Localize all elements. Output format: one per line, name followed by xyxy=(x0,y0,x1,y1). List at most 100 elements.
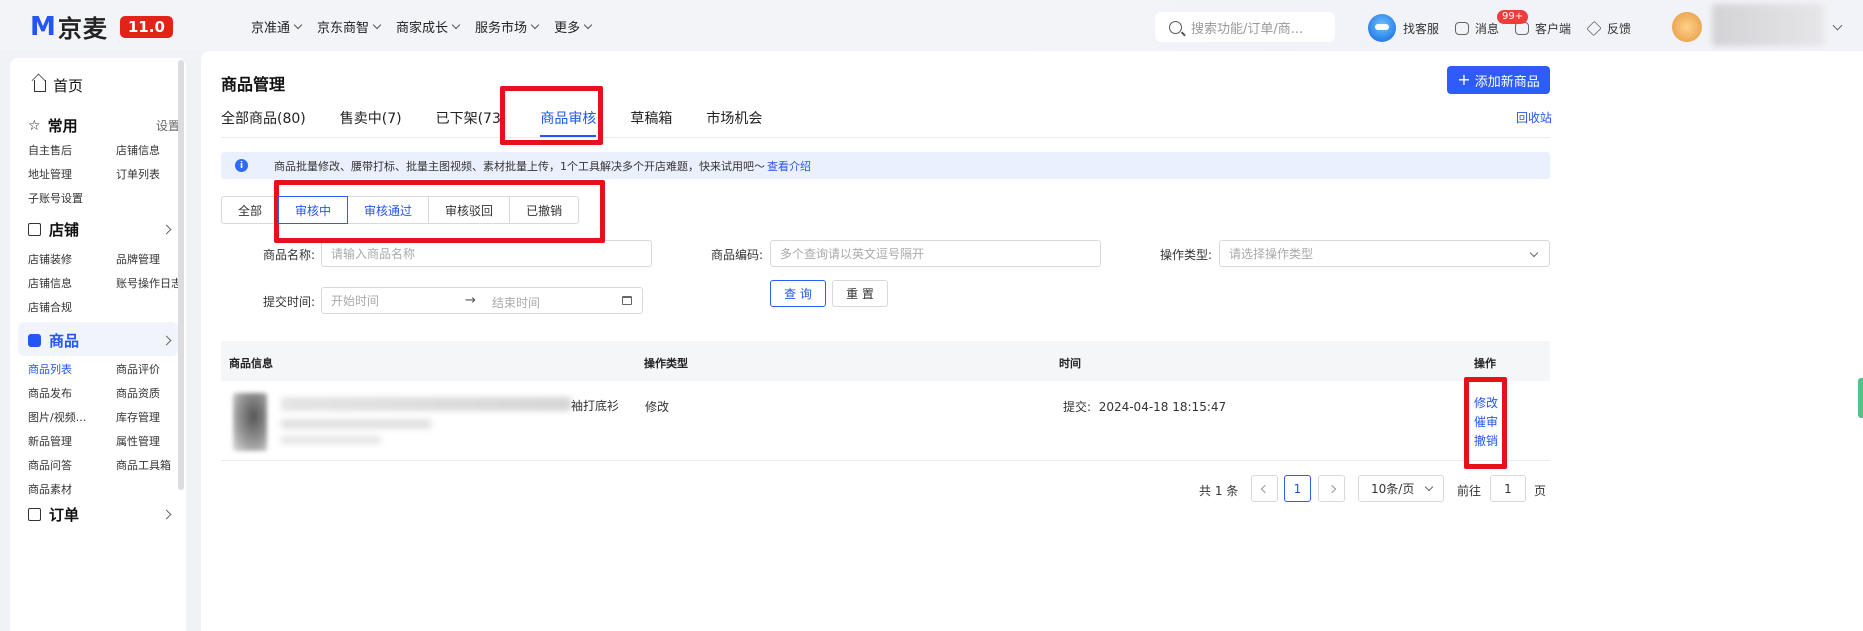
logo-name: 京麦 xyxy=(57,15,108,43)
chevron-down-icon xyxy=(530,20,540,29)
tab-drafts[interactable]: 草稿箱 xyxy=(630,108,672,138)
chevron-right-icon xyxy=(1327,484,1336,493)
submit-time-range-picker[interactable]: 开始时间 → 结束时间 xyxy=(321,287,643,314)
sidebar-link[interactable]: 店铺装修 xyxy=(28,251,116,267)
chevron-down-icon[interactable] xyxy=(1832,20,1843,31)
main-panel: 商品管理 + 添加新商品 回收站 全部商品(80) 售卖中(7) 已下架(73)… xyxy=(201,51,1863,631)
sidebar-link-active[interactable]: 商品列表 xyxy=(28,361,116,377)
product-code-input[interactable]: 多个查询请以英文逗号隔开 xyxy=(770,240,1101,267)
brand-logo[interactable]: M 京麦 11.0 xyxy=(30,9,173,44)
feedback-icon xyxy=(1586,20,1602,36)
topnav-label: 更多 xyxy=(554,21,581,36)
sidebar-link[interactable]: 店铺信息 xyxy=(116,142,186,158)
chevron-down-icon xyxy=(451,20,461,29)
table-row: 袖打底衫 修改 提交: 2024-04-18 18:15:47 修改 催审 撤销 xyxy=(221,381,1550,461)
urge-review-link[interactable]: 催审 xyxy=(1474,413,1498,432)
product-meta-blurred xyxy=(281,419,431,429)
topnav-market[interactable]: 服务市场 xyxy=(475,17,540,36)
user-info-blurred[interactable] xyxy=(1712,4,1824,46)
avatar[interactable] xyxy=(1672,12,1702,42)
tab-market-opportunity[interactable]: 市场机会 xyxy=(706,108,762,138)
table-header: 商品信息 操作类型 时间 操作 xyxy=(221,341,1550,381)
product-name-input[interactable]: 请输入商品名称 xyxy=(321,240,652,267)
tab-product-review[interactable]: 商品审核 xyxy=(540,108,597,138)
edit-link[interactable]: 修改 xyxy=(1474,394,1498,413)
topnav-label: 服务市场 xyxy=(475,21,528,36)
topnav-growth[interactable]: 商家成长 xyxy=(396,17,461,36)
sidebar-link[interactable]: 品牌管理 xyxy=(116,251,186,267)
view-intro-link[interactable]: 查看介绍 xyxy=(767,158,811,174)
product-thumbnail[interactable] xyxy=(233,393,267,451)
sidebar-link[interactable]: 图片/视频... xyxy=(28,409,116,425)
status-tab-revoked[interactable]: 已撤销 xyxy=(509,196,580,224)
sidebar-link[interactable]: 商品资质 xyxy=(116,385,186,401)
sidebar-section-shop[interactable]: 店铺 xyxy=(28,219,180,240)
page-number-current[interactable]: 1 xyxy=(1284,475,1311,502)
settings-link[interactable]: 设置 xyxy=(156,117,180,134)
side-widget-edge[interactable] xyxy=(1858,378,1863,418)
tabs-divider xyxy=(221,137,1550,138)
sidebar-link[interactable]: 属性管理 xyxy=(116,433,186,449)
next-page-button[interactable] xyxy=(1318,475,1345,502)
submit-time-value: 提交: 2024-04-18 18:15:47 xyxy=(1063,398,1226,415)
tab-all-products[interactable]: 全部商品(80) xyxy=(221,108,306,138)
sidebar-link[interactable]: 商品素材 xyxy=(28,481,116,497)
chevron-down-icon xyxy=(1424,482,1434,492)
query-button[interactable]: 查 询 xyxy=(770,280,826,307)
sidebar-link[interactable]: 订单列表 xyxy=(116,166,186,182)
tab-on-sale[interactable]: 售卖中(7) xyxy=(340,108,402,138)
feedback-button[interactable]: 反馈 xyxy=(1586,20,1631,37)
sidebar-link[interactable]: 自主售后 xyxy=(28,142,116,158)
sidebar-link[interactable]: 店铺信息 xyxy=(28,275,116,291)
sidebar-link[interactable]: 店铺合规 xyxy=(28,299,116,315)
goto-page-input[interactable]: 1 xyxy=(1490,475,1526,502)
topnav-more[interactable]: 更多 xyxy=(554,17,593,36)
service-label: 找客服 xyxy=(1403,21,1440,36)
reset-button[interactable]: 重 置 xyxy=(832,280,888,307)
col-product-info: 商品信息 xyxy=(229,357,273,370)
chevron-right-icon xyxy=(161,335,172,346)
sidebar-link[interactable]: 新品管理 xyxy=(28,433,116,449)
sidebar-item-home[interactable]: 首页 xyxy=(34,75,83,96)
tab-off-shelf[interactable]: 已下架(73) xyxy=(436,108,507,138)
info-banner: i 商品批量修改、腰带打标、批量主图视频、素材批量上传，1个工具解决多个开店难题… xyxy=(221,152,1550,179)
customer-service-button[interactable]: 找客服 xyxy=(1368,14,1439,42)
sidebar-link[interactable]: 地址管理 xyxy=(28,166,116,182)
topnav-jingzhuntong[interactable]: 京准通 xyxy=(251,17,303,36)
add-new-product-button[interactable]: + 添加新商品 xyxy=(1447,66,1550,94)
sidebar-link[interactable]: 子账号设置 xyxy=(28,190,116,206)
button-label: 添加新商品 xyxy=(1474,74,1540,90)
page-size-select[interactable]: 10条/页 xyxy=(1358,475,1444,502)
orders-icon xyxy=(28,508,41,521)
section-title: 商品 xyxy=(49,332,80,350)
sidebar-link[interactable]: 库存管理 xyxy=(116,409,186,425)
submit-time-label: 提交时间: xyxy=(263,295,316,309)
top-search-input[interactable]: 搜索功能/订单/商... xyxy=(1155,12,1335,42)
page-size-value: 10条/页 xyxy=(1371,482,1415,496)
status-tab-approved[interactable]: 审核通过 xyxy=(347,196,430,224)
status-tab-all[interactable]: 全部 xyxy=(221,196,280,224)
recycle-bin-link[interactable]: 回收站 xyxy=(1516,109,1552,126)
sidebar-shop-links: 店铺装修 品牌管理 店铺信息 账号操作日志 店铺合规 xyxy=(28,251,186,315)
plus-icon: + xyxy=(1457,70,1471,89)
search-placeholder: 搜索功能/订单/商... xyxy=(1191,21,1304,37)
prev-page-button[interactable] xyxy=(1251,475,1278,502)
sidebar-section-orders[interactable]: 订单 xyxy=(28,504,180,525)
sidebar-link[interactable]: 商品问答 xyxy=(28,457,116,473)
sidebar-link[interactable]: 商品发布 xyxy=(28,385,116,401)
sidebar-link[interactable]: 商品工具箱 xyxy=(116,457,186,473)
chevron-right-icon xyxy=(161,224,172,235)
messages-button[interactable]: 消息 xyxy=(1455,20,1499,37)
status-tab-reviewing[interactable]: 审核中 xyxy=(278,196,349,224)
sidebar-link[interactable]: 商品评价 xyxy=(116,361,186,377)
status-tab-rejected[interactable]: 审核驳回 xyxy=(428,196,511,224)
topnav-shangzhi[interactable]: 京东商智 xyxy=(317,17,382,36)
operation-type-select[interactable]: 请选择操作类型 xyxy=(1219,240,1550,267)
search-icon xyxy=(1169,20,1182,34)
revoke-link[interactable]: 撤销 xyxy=(1474,432,1498,451)
page-title: 商品管理 xyxy=(221,75,286,94)
product-name-tail: 袖打底衫 xyxy=(571,399,620,413)
sidebar-link[interactable]: 账号操作日志 xyxy=(116,275,186,291)
sidebar-section-goods[interactable]: 商品 xyxy=(28,330,180,351)
sidebar-scrollbar[interactable] xyxy=(178,60,184,490)
